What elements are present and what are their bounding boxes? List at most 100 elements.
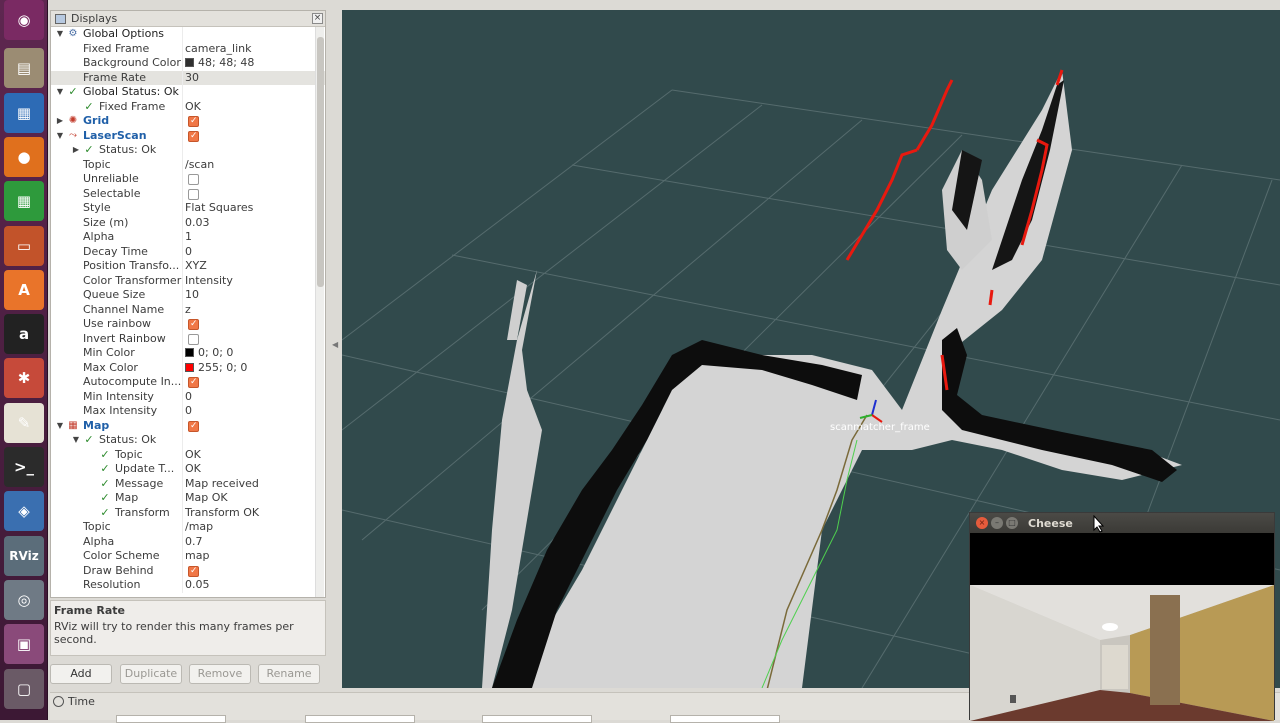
impress-icon[interactable]: ▭	[4, 225, 44, 266]
expand-down-icon[interactable]: ▼	[55, 129, 65, 144]
calc-icon[interactable]: ▦	[4, 181, 44, 222]
tree-row[interactable]: ✓ Transform Transform OK	[51, 505, 325, 521]
tree-row[interactable]: Topic/scan	[51, 157, 325, 173]
tree-row[interactable]: Autocompute In...	[51, 375, 325, 390]
tree-row[interactable]: Queue Size 10	[51, 288, 325, 303]
tree-row[interactable]: ✓ Message Map received	[51, 476, 325, 491]
cheese-icon[interactable]: ◎	[4, 579, 44, 620]
color-swatch[interactable]	[185, 348, 194, 357]
property-checkbox[interactable]	[188, 114, 199, 129]
property-value[interactable]: 0	[185, 245, 192, 260]
tree-scrollbar[interactable]	[315, 27, 324, 597]
text-editor-icon[interactable]: ✎	[4, 402, 44, 443]
ros-time-field[interactable]	[116, 715, 226, 723]
property-value[interactable]: OK	[185, 462, 201, 477]
property-value[interactable]: 1	[185, 230, 192, 245]
tree-row[interactable]: Alpha 0.7	[51, 534, 325, 550]
tree-row[interactable]: Background Color 48; 48; 48	[51, 56, 325, 71]
tree-row[interactable]: ▶ ✓ Status: Ok	[51, 143, 325, 158]
tree-row[interactable]: Color Transformer Intensity	[51, 273, 325, 289]
property-value[interactable]: 0.7	[185, 535, 203, 550]
tree-row[interactable]: Invert Rainbow	[51, 331, 325, 346]
property-value[interactable]: Intensity	[185, 274, 233, 289]
collapse-left-icon[interactable]: ◀	[332, 340, 338, 349]
amazon-icon[interactable]: a	[4, 314, 44, 355]
tree-row[interactable]: ▼ ✓ Global Status: Ok	[51, 85, 325, 100]
tree-row[interactable]: ▼ ▦ Map	[51, 418, 325, 434]
tree-row[interactable]: Draw Behind	[51, 563, 325, 578]
property-value[interactable]: 0; 0; 0	[185, 346, 233, 361]
property-value[interactable]: 30	[185, 71, 199, 86]
tree-row[interactable]: Channel Name z	[51, 302, 325, 318]
property-checkbox[interactable]	[188, 375, 199, 390]
terminal-icon[interactable]: >_	[4, 447, 44, 487]
property-value[interactable]: 0	[185, 390, 192, 405]
property-value[interactable]: map	[185, 549, 209, 564]
color-swatch[interactable]	[185, 58, 194, 67]
property-value[interactable]: 255; 0; 0	[185, 361, 247, 376]
expand-right-icon[interactable]: ▶	[71, 143, 81, 158]
expand-down-icon[interactable]: ▼	[55, 419, 65, 434]
property-checkbox[interactable]	[188, 333, 199, 345]
tree-row[interactable]: ▼ ✓ Status: Ok	[51, 433, 325, 448]
property-value[interactable]: Map OK	[185, 491, 228, 506]
property-value[interactable]: Transform OK	[185, 506, 259, 521]
tree-row[interactable]: Selectable	[51, 186, 325, 201]
property-value[interactable]: 10	[185, 288, 199, 303]
remove-button[interactable]: Remove	[189, 664, 251, 684]
property-value[interactable]: /map	[185, 520, 213, 535]
files-icon[interactable]: ▤	[4, 48, 44, 89]
property-value[interactable]: 0.03	[185, 216, 210, 231]
settings-icon[interactable]: ✱	[4, 358, 44, 399]
expand-right-icon[interactable]: ▶	[55, 114, 65, 129]
tree-row[interactable]: ▶ ✺ Grid	[51, 114, 325, 129]
duplicate-button[interactable]: Duplicate	[120, 664, 182, 684]
cheese-titlebar[interactable]: × – □ Cheese	[970, 513, 1274, 533]
tree-row[interactable]: Max Color 255; 0; 0	[51, 360, 325, 376]
software-center-icon[interactable]: A	[4, 269, 44, 310]
tree-row[interactable]: ✓ Map Map OK	[51, 491, 325, 506]
property-checkbox[interactable]	[188, 564, 199, 578]
firefox-icon[interactable]: ●	[4, 136, 44, 177]
property-value[interactable]: camera_link	[185, 42, 252, 57]
tree-row[interactable]: Topic/map	[51, 520, 325, 535]
tree-row[interactable]: Resolution 0.05	[51, 578, 325, 593]
property-value[interactable]: /scan	[185, 158, 214, 173]
workspace-icon[interactable]: ▣	[4, 624, 44, 665]
property-checkbox[interactable]	[188, 129, 199, 143]
tree-row[interactable]: Style Flat Squares	[51, 201, 325, 216]
tree-row[interactable]: ▼ ⚙ Global Options	[51, 27, 325, 42]
expand-down-icon[interactable]: ▼	[55, 85, 65, 100]
ros-elapsed-field[interactable]	[305, 715, 415, 723]
tree-row[interactable]: Use rainbow	[51, 317, 325, 332]
maximize-icon[interactable]: □	[1006, 517, 1018, 529]
ubuntu-logo-icon[interactable]: ◉	[4, 0, 44, 40]
tree-row[interactable]: ▼ ⤳ LaserScan	[51, 128, 325, 144]
expand-down-icon[interactable]: ▼	[55, 27, 65, 42]
property-value[interactable]: 0	[185, 404, 192, 419]
minimize-icon[interactable]: –	[991, 517, 1003, 529]
property-checkbox[interactable]	[188, 188, 199, 200]
expand-down-icon[interactable]: ▼	[71, 433, 81, 448]
tree-row[interactable]: Size (m) 0.03	[51, 215, 325, 231]
property-checkbox[interactable]	[188, 317, 199, 332]
property-value[interactable]: z	[185, 303, 191, 318]
tree-row[interactable]: Max Intensity 0	[51, 404, 325, 419]
wall-time-field[interactable]	[482, 715, 592, 723]
close-icon[interactable]: ×	[312, 13, 323, 24]
tree-row[interactable]: ✓ Update T... OK	[51, 462, 325, 477]
tree-row[interactable]: Alpha 1	[51, 230, 325, 245]
tree-row[interactable]: Fixed Frame camera_link	[51, 41, 325, 57]
rename-button[interactable]: Rename	[258, 664, 320, 684]
tree-row[interactable]: ✓ Fixed Frame OK	[51, 99, 325, 114]
rqt-icon[interactable]: ◈	[4, 491, 44, 532]
writer-icon[interactable]: ▦	[4, 92, 44, 133]
tree-row[interactable]: Decay Time 0	[51, 244, 325, 260]
property-checkbox[interactable]	[188, 174, 199, 185]
property-value[interactable]: OK	[185, 448, 201, 463]
wall-elapsed-field[interactable]	[670, 715, 780, 723]
tree-row[interactable]: Position Transfo... XYZ	[51, 259, 325, 274]
tree-row[interactable]: Unreliable	[51, 172, 325, 187]
tree-row[interactable]: Frame Rate 30	[51, 70, 325, 86]
property-value[interactable]: 0.05	[185, 578, 210, 593]
